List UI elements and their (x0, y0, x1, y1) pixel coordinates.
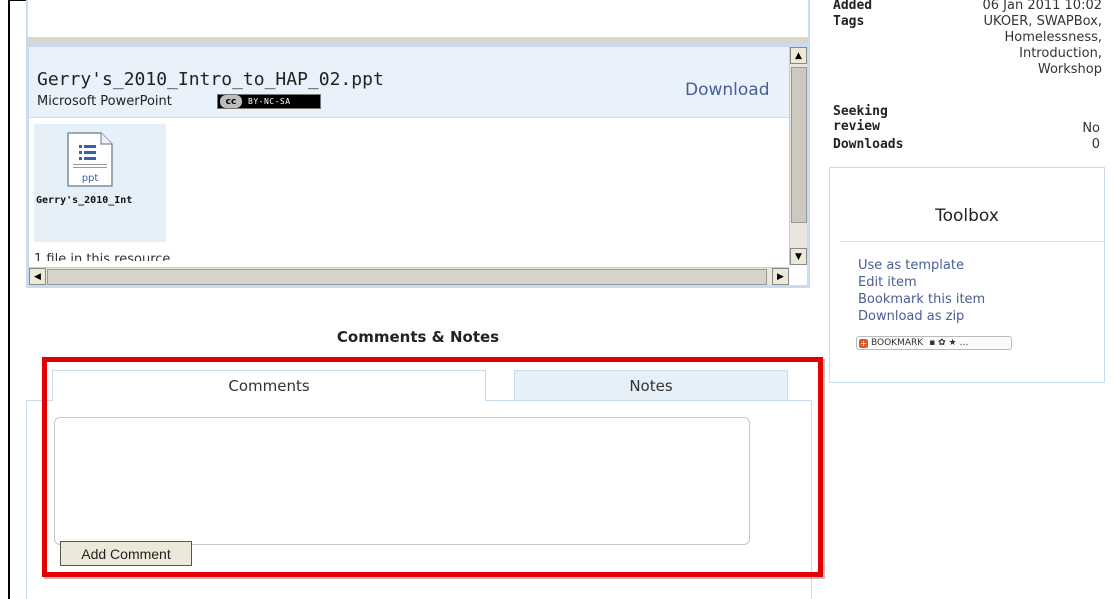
seeking-review-value: No (1082, 121, 1100, 136)
page-left-border (8, 0, 10, 599)
scroll-right-button[interactable]: ▶ (772, 268, 789, 285)
downloads-value: 0 (1091, 137, 1100, 152)
review-label-line: review (833, 119, 880, 134)
tag-line[interactable]: Workshop (984, 62, 1102, 78)
horizontal-scrollbar[interactable]: ◀ ▶ (29, 267, 789, 285)
file-resource-box: Gerry's_2010_Intro_to_HAP_02.ppt Microso… (26, 44, 810, 288)
tag-line[interactable]: Homelessness, (984, 30, 1102, 46)
ppt-file-icon: ppt (67, 132, 113, 187)
toolbox-links: Use as template Edit item Bookmark this … (858, 257, 985, 325)
file-type: Microsoft PowerPoint (37, 94, 172, 109)
comments-notes-title: Comments & Notes (336, 328, 500, 346)
horizontal-scroll-thumb[interactable] (47, 269, 767, 285)
tags-label: Tags (833, 14, 865, 29)
preview-panel (26, 0, 810, 44)
edit-item-link[interactable]: Edit item (858, 274, 985, 291)
bookmark-button[interactable]: + BOOKMARK ▪ ✿ ★ … (856, 336, 1012, 350)
tab-notes[interactable]: Notes (514, 370, 788, 401)
seeking-review-label: Seeking review (833, 104, 888, 134)
cc-icon: cc (220, 95, 242, 108)
comment-textarea[interactable] (54, 417, 750, 545)
scroll-left-button[interactable]: ◀ (29, 268, 46, 285)
toolbox-panel: Toolbox Use as template Edit item Bookma… (829, 167, 1105, 383)
download-zip-link[interactable]: Download as zip (858, 308, 985, 325)
plus-icon: + (859, 338, 868, 348)
bookmark-item-link[interactable]: Bookmark this item (858, 291, 985, 308)
file-thumbnail[interactable]: ppt Gerry's_2010_Int (34, 124, 166, 242)
scroll-up-button[interactable]: ▲ (790, 47, 807, 64)
tags-list: UKOER, SWAPBox, Homelessness, Introducti… (984, 14, 1103, 78)
vertical-scrollbar[interactable]: ▲ ▼ (789, 47, 807, 265)
thumbnail-label: Gerry's_2010_Int (36, 195, 133, 206)
file-name: Gerry's_2010_Intro_to_HAP_02.ppt (37, 69, 384, 90)
toolbox-title: Toolbox (935, 206, 999, 226)
seeking-label-line: Seeking (833, 104, 888, 119)
tag-line[interactable]: UKOER, SWAPBox, (984, 14, 1103, 30)
bookmark-label: BOOKMARK (871, 338, 924, 348)
download-link[interactable]: Download (685, 80, 770, 100)
tab-comments[interactable]: Comments (52, 370, 486, 401)
file-ext-label: ppt (82, 173, 99, 184)
tag-line[interactable]: Introduction, (984, 46, 1102, 62)
scroll-down-button[interactable]: ▼ (790, 248, 807, 265)
file-header: Gerry's_2010_Intro_to_HAP_02.ppt Microso… (29, 47, 792, 118)
use-as-template-link[interactable]: Use as template (858, 257, 985, 274)
toolbox-divider (840, 241, 1104, 242)
share-icons: ▪ ✿ ★ … (929, 338, 969, 348)
license-label: BY-NC-SA (248, 97, 291, 106)
downloads-label: Downloads (833, 137, 904, 152)
preview-panel-strip (28, 37, 808, 44)
vertical-scroll-thumb[interactable] (791, 67, 807, 223)
add-comment-button[interactable]: Add Comment (60, 541, 192, 566)
added-value: 06 Jan 2011 10:02 (982, 0, 1102, 13)
file-count: 1 file in this resource (34, 252, 171, 261)
license-badge[interactable]: cc BY-NC-SA (217, 94, 321, 109)
added-label: Added (833, 0, 873, 13)
